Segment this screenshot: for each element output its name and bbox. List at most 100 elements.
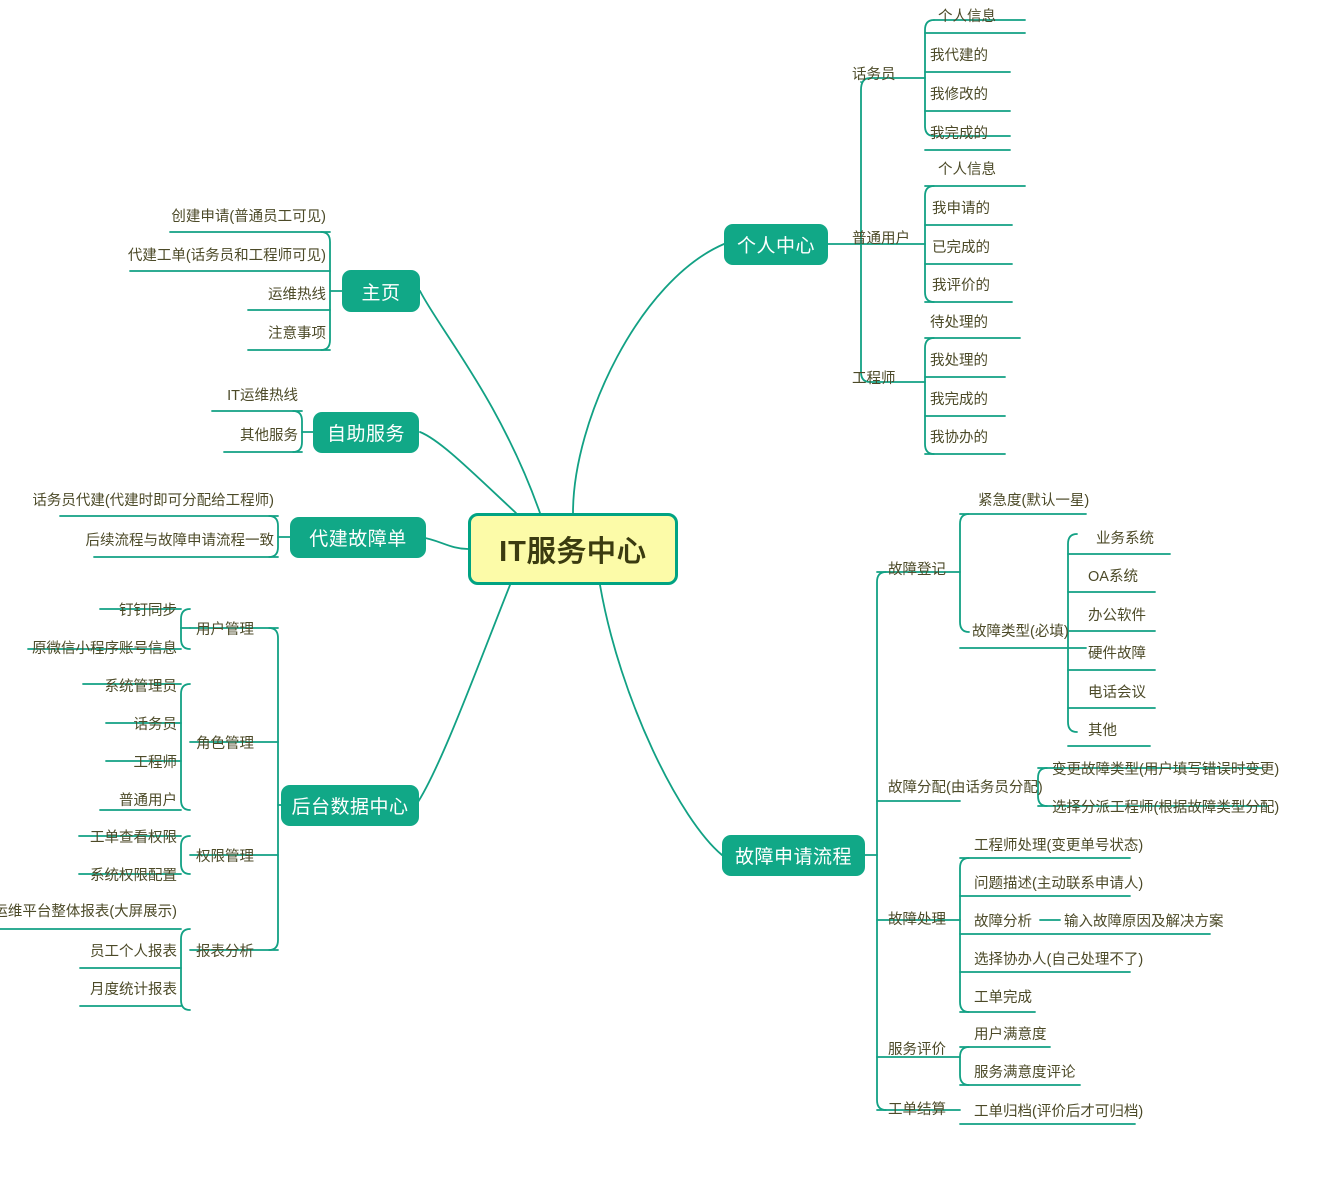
branch-label: 自助服务 (326, 424, 405, 445)
node-label: 我申请的 (932, 201, 990, 217)
node-label: 后续流程与故障申请流程一致 (85, 532, 275, 549)
node-perm-mgmt[interactable]: 权限管理 (196, 845, 254, 866)
node-label: 我处理的 (930, 353, 988, 369)
edge-ff-spine (876, 571, 887, 1111)
edge-root-self-service (419, 431, 517, 514)
node-operator-child-3[interactable]: 我修改的 (930, 83, 988, 104)
node-user-mgmt-child-2[interactable]: 原微信小程序账号信息 (10, 637, 177, 657)
node-assignment-child-2[interactable]: 选择分派工程师(根据故障类型分配) (1052, 796, 1279, 817)
mindmap-edges (0, 19, 1269, 1125)
root-label: IT服务中心 (499, 536, 647, 568)
branch-home[interactable]: 主页 (342, 270, 420, 312)
node-normal-user-child-1[interactable]: 个人信息 (938, 158, 996, 179)
node-label: 系统管理员 (104, 678, 178, 695)
node-fault-registration[interactable]: 故障登记 (888, 558, 946, 579)
node-role-mgmt[interactable]: 角色管理 (196, 732, 254, 753)
node-role-mgmt-child-4[interactable]: 普通用户 (74, 789, 177, 809)
node-user-mgmt-child-1[interactable]: 钉钉同步 (70, 599, 177, 619)
node-handling-child-4[interactable]: 选择协办人(自己处理不了) (974, 948, 1143, 969)
node-label: 变更故障类型(用户填写错误时变更) (1052, 762, 1280, 778)
node-label: 紧急度(默认一星) (978, 493, 1090, 509)
node-perm-mgmt-child-1[interactable]: 工单查看权限 (54, 826, 177, 846)
node-engineer-child-4[interactable]: 我协办的 (930, 426, 988, 447)
node-label: 我修改的 (930, 87, 988, 103)
node-label: IT运维热线 (227, 387, 298, 404)
node-registration-urgency[interactable]: 紧急度(默认一星) (978, 489, 1089, 510)
node-fault-type-1[interactable]: 业务系统 (1096, 527, 1154, 548)
node-assignment-child-1[interactable]: 变更故障类型(用户填写错误时变更) (1052, 758, 1279, 779)
node-home-child-3[interactable]: 运维热线 (200, 283, 326, 303)
node-home-child-2[interactable]: 代建工单(话务员和工程师可见) (100, 244, 326, 264)
node-report-child-2[interactable]: 员工个人报表 (56, 940, 177, 960)
node-evaluation-child-2[interactable]: 服务满意度评论 (974, 1061, 1076, 1082)
node-service-evaluation[interactable]: 服务评价 (888, 1038, 946, 1059)
edge-eval-spine (959, 1046, 970, 1086)
node-normal-user-child-3[interactable]: 已完成的 (932, 236, 990, 257)
node-engineer-child-3[interactable]: 我完成的 (930, 388, 988, 409)
node-handling-child-2[interactable]: 问题描述(主动联系申请人) (974, 872, 1143, 893)
branch-proxy-ticket[interactable]: 代建故障单 (290, 517, 426, 558)
node-handling-child-1[interactable]: 工程师处理(变更单号状态) (974, 834, 1143, 855)
node-self-service-child-2[interactable]: 其他服务 (190, 424, 298, 444)
node-role-mgmt-child-3[interactable]: 工程师 (80, 751, 178, 771)
branch-fault-request-flow[interactable]: 故障申请流程 (722, 835, 865, 876)
node-engineer-child-2[interactable]: 我处理的 (930, 349, 988, 370)
node-registration-fault-type[interactable]: 故障类型(必填) (972, 620, 1069, 641)
node-engineer[interactable]: 工程师 (852, 367, 922, 387)
node-label: 选择协办人(自己处理不了) (974, 952, 1144, 968)
node-label: 工单结算 (888, 1102, 946, 1118)
node-fault-assignment[interactable]: 故障分配(由话务员分配) (888, 776, 1043, 797)
node-label: 工程师 (852, 370, 896, 387)
node-proxy-ticket-child-1[interactable]: 话务员代建(代建时即可分配给工程师) (28, 489, 274, 509)
node-fault-type-2[interactable]: OA系统 (1088, 565, 1138, 586)
node-fault-handling[interactable]: 故障处理 (888, 908, 946, 929)
node-label: 工单归档(评价后才可归档) (974, 1104, 1144, 1120)
node-label: 待处理的 (930, 315, 988, 331)
branch-label: 个人中心 (736, 236, 815, 257)
node-fault-type-5[interactable]: 电话会议 (1088, 681, 1146, 702)
branch-label: 主页 (361, 282, 401, 304)
node-engineer-child-1[interactable]: 待处理的 (930, 311, 988, 332)
node-label: 我完成的 (930, 126, 988, 142)
node-proxy-ticket-child-2[interactable]: 后续流程与故障申请流程一致 (62, 529, 275, 549)
node-self-service-child-1[interactable]: IT运维热线 (180, 384, 298, 404)
node-evaluation-child-1[interactable]: 用户满意度 (974, 1023, 1047, 1044)
node-fault-type-6[interactable]: 其他 (1088, 719, 1117, 740)
node-settlement-child-1[interactable]: 工单归档(评价后才可归档) (974, 1100, 1143, 1121)
node-operator-child-4[interactable]: 我完成的 (930, 122, 988, 143)
edge-root-home (419, 290, 541, 514)
root-node[interactable]: IT服务中心 (468, 513, 678, 585)
node-label: 个人信息 (938, 9, 996, 25)
node-normal-user-child-4[interactable]: 我评价的 (932, 274, 990, 295)
node-fault-type-4[interactable]: 硬件故障 (1088, 642, 1146, 663)
node-user-mgmt[interactable]: 用户管理 (196, 618, 254, 639)
node-normal-user-child-2[interactable]: 我申请的 (932, 197, 990, 218)
node-fault-type-3[interactable]: 办公软件 (1088, 604, 1146, 625)
node-report-child-3[interactable]: 月度统计报表 (56, 978, 177, 998)
node-home-child-4[interactable]: 注意事项 (200, 322, 326, 342)
node-report-child-1[interactable]: 运维平台整体报表(大屏展示) (0, 900, 177, 920)
node-analysis-detail[interactable]: 输入故障原因及解决方案 (1064, 910, 1224, 931)
edge-type-spine (1067, 533, 1078, 733)
node-ticket-settlement[interactable]: 工单结算 (888, 1098, 946, 1119)
node-home-child-1[interactable]: 创建申请(普通员工可见) (140, 205, 326, 225)
branch-label: 代建故障单 (309, 529, 407, 550)
node-handling-child-5[interactable]: 工单完成 (974, 986, 1032, 1007)
node-perm-mgmt-child-2[interactable]: 系统权限配置 (54, 864, 177, 884)
node-operator-child-2[interactable]: 我代建的 (930, 44, 988, 65)
node-role-mgmt-child-2[interactable]: 话务员 (80, 713, 178, 733)
node-operator[interactable]: 话务员 (852, 63, 922, 83)
branch-personal-center[interactable]: 个人中心 (724, 224, 828, 265)
edge-operator-spine (924, 19, 935, 137)
branch-backend-data-center[interactable]: 后台数据中心 (281, 785, 419, 826)
edge-root-backend (415, 584, 511, 806)
node-normal-user[interactable]: 普通用户 (852, 227, 932, 247)
node-operator-child-1[interactable]: 个人信息 (938, 5, 996, 26)
node-label: 原微信小程序账号信息 (32, 640, 177, 657)
node-handling-child-3[interactable]: 故障分析 (974, 910, 1032, 931)
node-role-mgmt-child-1[interactable]: 系统管理员 (58, 675, 178, 695)
edge-root-fault-flow (599, 584, 723, 856)
node-report-analysis[interactable]: 报表分析 (196, 940, 254, 961)
branch-self-service[interactable]: 自助服务 (313, 412, 419, 453)
node-label: 创建申请(普通员工可见) (171, 208, 326, 225)
